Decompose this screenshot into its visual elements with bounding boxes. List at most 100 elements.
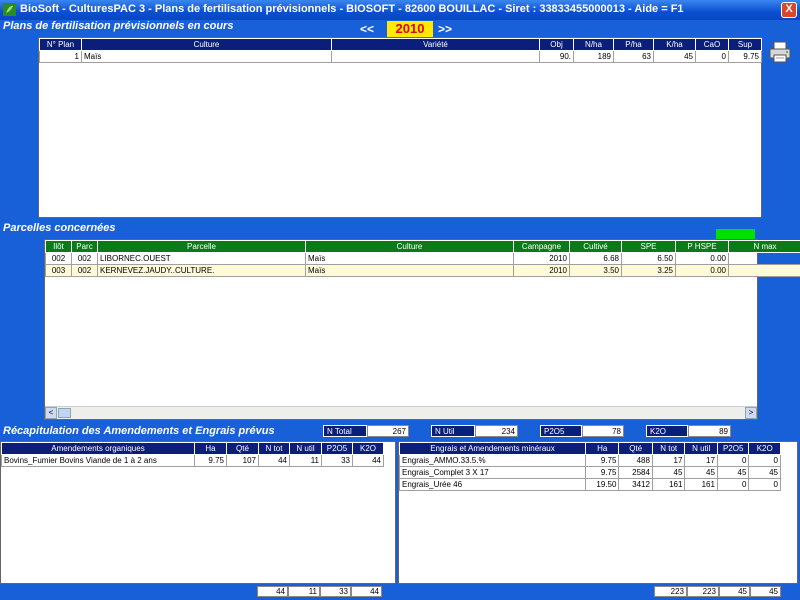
column-header-n-util[interactable]: N util bbox=[289, 442, 322, 455]
cell-obj: 90. bbox=[539, 50, 574, 63]
scroll-left-button[interactable]: < bbox=[45, 407, 57, 419]
organic-table: Amendements organiques Ha Qté N tot N util P2… bbox=[1, 442, 384, 467]
cell-cultive: 3.50 bbox=[569, 264, 622, 277]
table-row[interactable]: Engrais_Urée 46 19.50 3412 161 161 0 0 bbox=[399, 478, 781, 491]
organic-footer-p2o5: 33 bbox=[320, 586, 351, 597]
cell-n-ha: 189 bbox=[573, 50, 614, 63]
total-n-label: N Total bbox=[323, 425, 367, 437]
cell-parcelle: KERNEVEZ.JAUDY..CULTURE. bbox=[97, 264, 306, 277]
year-next-button[interactable]: >> bbox=[438, 22, 452, 36]
column-header-campagne[interactable]: Campagne bbox=[513, 240, 570, 253]
cell-ilot: 003 bbox=[45, 264, 72, 277]
column-header-qte[interactable]: Qté bbox=[226, 442, 259, 455]
cell-cultive: 6.68 bbox=[569, 252, 622, 265]
column-header-n-util[interactable]: N util bbox=[684, 442, 718, 455]
total-nutil-label: N Util bbox=[431, 425, 475, 437]
column-header-p-hspe[interactable]: P HSPE bbox=[675, 240, 729, 253]
column-header-p2o5[interactable]: P2O5 bbox=[716, 442, 750, 455]
cell-variete bbox=[331, 50, 540, 63]
printer-icon[interactable] bbox=[768, 40, 792, 64]
column-header-engrais[interactable]: Engrais et Amendements minéraux bbox=[399, 442, 586, 455]
cell-spe: 6.50 bbox=[621, 252, 676, 265]
parcelles-section-title: Parcelles concernées bbox=[3, 222, 116, 234]
cell-p-hspe: 0.00 bbox=[675, 264, 729, 277]
column-header-cao[interactable]: CaO bbox=[695, 38, 729, 51]
app-icon bbox=[3, 3, 16, 16]
total-k2o-label: K2O bbox=[646, 425, 688, 437]
cell-parcelle: LIBORNEC.OUEST bbox=[97, 252, 306, 265]
window-titlebar: BioSoft - CulturesPAC 3 - Plans de ferti… bbox=[0, 0, 800, 20]
mineral-footer-ntot: 223 bbox=[654, 586, 687, 597]
cell-k2o: 0 bbox=[748, 454, 781, 467]
cell-k-ha: 45 bbox=[653, 50, 696, 63]
column-header-p-ha[interactable]: P/ha bbox=[613, 38, 654, 51]
plans-grid-panel: N° Plan Culture Variété Obj N/ha P/ha K/ha CaO S… bbox=[38, 37, 762, 218]
column-header-spe[interactable]: SPE bbox=[621, 240, 676, 253]
column-header-parc[interactable]: Parc bbox=[71, 240, 98, 253]
column-header-p2o5[interactable]: P2O5 bbox=[321, 442, 353, 455]
column-header-k2o[interactable]: K2O bbox=[748, 442, 781, 455]
scroll-thumb[interactable] bbox=[58, 408, 71, 418]
column-header-ha[interactable]: Ha bbox=[194, 442, 227, 455]
column-header-culture[interactable]: Culture bbox=[305, 240, 514, 253]
table-row[interactable]: Engrais_Complet 3 X 17 9.75 2584 45 45 45 45 bbox=[399, 466, 781, 479]
cell-sup: 9.75 bbox=[728, 50, 762, 63]
organic-footer-k2o: 44 bbox=[351, 586, 382, 597]
year-prev-button[interactable]: << bbox=[360, 22, 374, 36]
cell-engrais: Engrais_Urée 46 bbox=[399, 478, 586, 491]
cell-engrais: Engrais_AMMO.33.5.% bbox=[399, 454, 586, 467]
cell-qte: 488 bbox=[618, 454, 653, 467]
cell-n-tot: 161 bbox=[651, 478, 686, 491]
total-k2o-value: 89 bbox=[688, 425, 731, 437]
table-row[interactable]: 002 002 LIBORNEC.OUEST Maïs 2010 6.68 6.50 0.00 bbox=[45, 252, 800, 265]
cell-qte: 107 bbox=[226, 454, 259, 467]
column-header-ilot[interactable]: Ilôt bbox=[45, 240, 72, 253]
table-row[interactable]: Bovins_Fumier Bovins Viande de 1 à 2 ans… bbox=[1, 454, 384, 467]
table-row[interactable]: Engrais_AMMO.33.5.% 9.75 488 17 17 0 0 bbox=[399, 454, 781, 467]
column-header-n-ha[interactable]: N/ha bbox=[573, 38, 614, 51]
cell-p2o5: 45 bbox=[716, 466, 750, 479]
table-row[interactable]: 003 002 KERNEVEZ.JAUDY..CULTURE. Maïs 2010 3.… bbox=[45, 264, 800, 277]
cell-p2o5: 0 bbox=[716, 478, 750, 491]
table-row[interactable]: 1 Maïs 90. 189 63 45 0 9.75 bbox=[39, 50, 762, 63]
close-button[interactable]: X bbox=[781, 2, 797, 18]
column-header-parcelle[interactable]: Parcelle bbox=[97, 240, 306, 253]
cell-engrais: Engrais_Complet 3 X 17 bbox=[399, 466, 586, 479]
cell-campagne: 2010 bbox=[513, 264, 570, 277]
cell-p-hspe: 0.00 bbox=[675, 252, 729, 265]
parcelles-table: Ilôt Parc Parcelle Culture Campagne Cultivé SP… bbox=[45, 240, 800, 277]
cell-n-util: 45 bbox=[684, 466, 718, 479]
cell-n-util: 17 bbox=[684, 454, 718, 467]
mineral-table: Engrais et Amendements minéraux Ha Qté N to… bbox=[399, 442, 781, 491]
column-header-amendement[interactable]: Amendements organiques bbox=[1, 442, 195, 455]
mineral-panel: Engrais et Amendements minéraux Ha Qté N to… bbox=[398, 441, 798, 584]
cell-qte: 3412 bbox=[618, 478, 653, 491]
column-header-n-tot[interactable]: N tot bbox=[258, 442, 290, 455]
cell-ha: 9.75 bbox=[584, 454, 620, 467]
column-header-num-plan[interactable]: N° Plan bbox=[39, 38, 82, 51]
cell-parc: 002 bbox=[71, 264, 98, 277]
cell-n-util: 11 bbox=[289, 454, 322, 467]
window-title: BioSoft - CulturesPAC 3 - Plans de ferti… bbox=[20, 3, 684, 15]
column-header-ha[interactable]: Ha bbox=[584, 442, 620, 455]
column-header-obj[interactable]: Obj bbox=[539, 38, 574, 51]
column-header-n-tot[interactable]: N tot bbox=[651, 442, 686, 455]
column-header-qte[interactable]: Qté bbox=[618, 442, 653, 455]
cell-n-tot: 45 bbox=[651, 466, 686, 479]
column-header-k2o[interactable]: K2O bbox=[352, 442, 384, 455]
scroll-right-button[interactable]: > bbox=[745, 407, 757, 419]
cell-campagne: 2010 bbox=[513, 252, 570, 265]
recap-section-title: Récapitulation des Amendements et Engrai… bbox=[3, 425, 275, 437]
cell-n-tot: 44 bbox=[258, 454, 290, 467]
column-header-variete[interactable]: Variété bbox=[331, 38, 540, 51]
column-header-cultive[interactable]: Cultivé bbox=[569, 240, 622, 253]
cell-qte: 2584 bbox=[618, 466, 653, 479]
organic-panel: Amendements organiques Ha Qté N tot N util P2… bbox=[0, 441, 396, 584]
cell-ha: 9.75 bbox=[194, 454, 227, 467]
column-header-k-ha[interactable]: K/ha bbox=[653, 38, 696, 51]
plans-section-title: Plans de fertilisation prévisionnels en … bbox=[3, 20, 234, 32]
horizontal-scrollbar[interactable]: < > bbox=[45, 406, 757, 419]
column-header-culture[interactable]: Culture bbox=[81, 38, 332, 51]
column-header-sup[interactable]: Sup bbox=[728, 38, 762, 51]
column-header-n-max[interactable]: N max bbox=[728, 240, 800, 253]
